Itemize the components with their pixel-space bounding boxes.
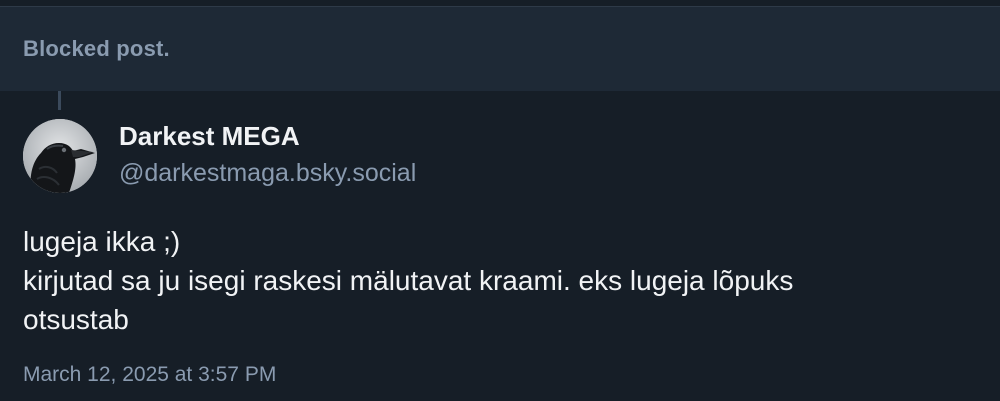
author-display-name[interactable]: Darkest MEGA — [119, 121, 300, 152]
post-body: lugeja ikka ;) kirjutad sa ju isegi rask… — [23, 222, 983, 339]
blocked-post-card[interactable]: Blocked post. — [0, 7, 1000, 91]
crow-avatar-icon — [23, 119, 97, 193]
post-text-line: kirjutad sa ju isegi raskesi mälutavat k… — [23, 265, 794, 296]
post-text-line: otsustab — [23, 304, 129, 335]
blocked-post-label: Blocked post. — [23, 36, 170, 61]
author-avatar[interactable] — [23, 119, 97, 193]
post-timestamp[interactable]: March 12, 2025 at 3:57 PM — [23, 363, 276, 387]
post-text-line: lugeja ikka ;) — [23, 226, 181, 257]
top-divider — [0, 0, 1000, 7]
post-thread: Blocked post. Darkest MEGA @darkestmaga.… — [0, 0, 1000, 401]
thread-connector-line — [58, 91, 61, 110]
author-handle[interactable]: @darkestmaga.bsky.social — [119, 159, 416, 188]
